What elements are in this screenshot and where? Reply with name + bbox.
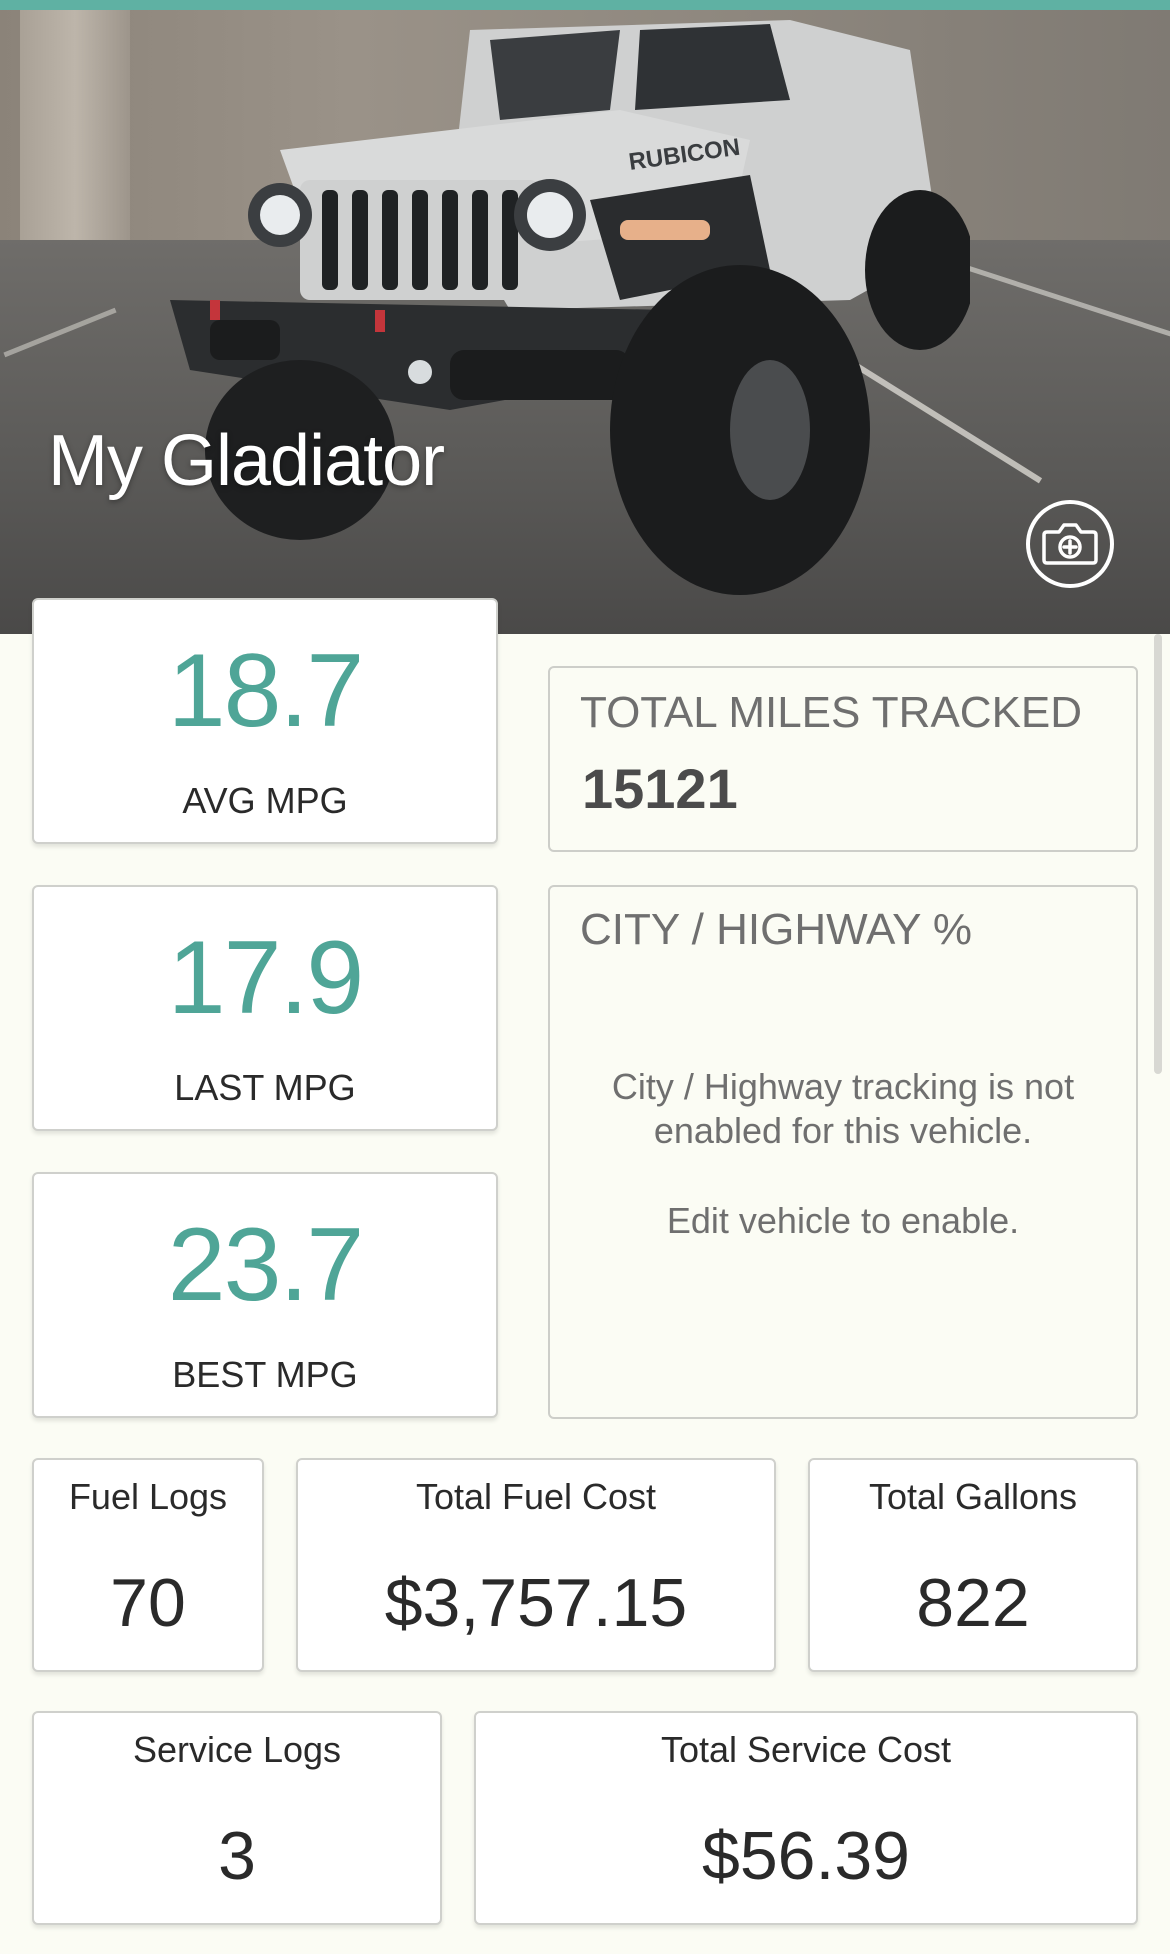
total-service-cost-value: $56.39 (702, 1818, 910, 1894)
best-mpg-label: BEST MPG (172, 1354, 358, 1395)
service-logs-label: Service Logs (132, 1729, 342, 1770)
fuel-logs-value: 70 (110, 1565, 186, 1641)
total-fuel-cost-label: Total Fuel Cost (415, 1476, 657, 1517)
city-highway-message: City / Highway tracking is not enabled f… (611, 1066, 1075, 1151)
top-accent-strip (0, 0, 1170, 10)
total-gallons-value: 822 (916, 1565, 1030, 1641)
best-mpg-card: 23.7 BEST MPG (32, 1172, 498, 1418)
scrollbar[interactable] (1154, 634, 1162, 1074)
avg-mpg-card: 18.7 AVG MPG (32, 598, 498, 844)
total-service-cost-label: Total Service Cost (660, 1729, 952, 1770)
total-miles-value: 15121 (582, 757, 738, 820)
last-mpg-value: 17.9 (167, 920, 364, 1036)
vehicle-photo-header: RUBICON My Gladiator (0, 10, 1170, 634)
total-miles-panel: TOTAL MILES TRACKED 15121 (548, 666, 1138, 852)
avg-mpg-value: 18.7 (167, 633, 364, 749)
photo-pillar (20, 10, 130, 270)
vehicle-name: My Gladiator (48, 421, 445, 501)
add-photo-button[interactable] (1026, 500, 1114, 588)
last-mpg-card: 17.9 LAST MPG (32, 885, 498, 1131)
total-service-cost-card: Total Service Cost $56.39 (474, 1711, 1138, 1925)
city-highway-hint: Edit vehicle to enable. (666, 1200, 1020, 1241)
total-fuel-cost-value: $3,757.15 (384, 1565, 688, 1641)
total-miles-title: TOTAL MILES TRACKED (580, 688, 1083, 737)
fuel-logs-card: Fuel Logs 70 (32, 1458, 264, 1672)
best-mpg-value: 23.7 (167, 1207, 364, 1323)
fuel-logs-label: Fuel Logs (68, 1476, 228, 1517)
vehicle-photo: RUBICON (170, 20, 970, 595)
city-highway-panel: CITY / HIGHWAY % City / Highway tracking… (548, 885, 1138, 1419)
last-mpg-label: LAST MPG (174, 1067, 356, 1108)
camera-plus-icon (1042, 523, 1098, 565)
total-gallons-label: Total Gallons (868, 1476, 1078, 1517)
total-fuel-cost-card: Total Fuel Cost $3,757.15 (296, 1458, 776, 1672)
total-gallons-card: Total Gallons 822 (808, 1458, 1138, 1672)
city-highway-title: CITY / HIGHWAY % (580, 905, 972, 954)
service-logs-value: 3 (218, 1818, 256, 1894)
avg-mpg-label: AVG MPG (182, 780, 348, 821)
service-logs-card: Service Logs 3 (32, 1711, 442, 1925)
